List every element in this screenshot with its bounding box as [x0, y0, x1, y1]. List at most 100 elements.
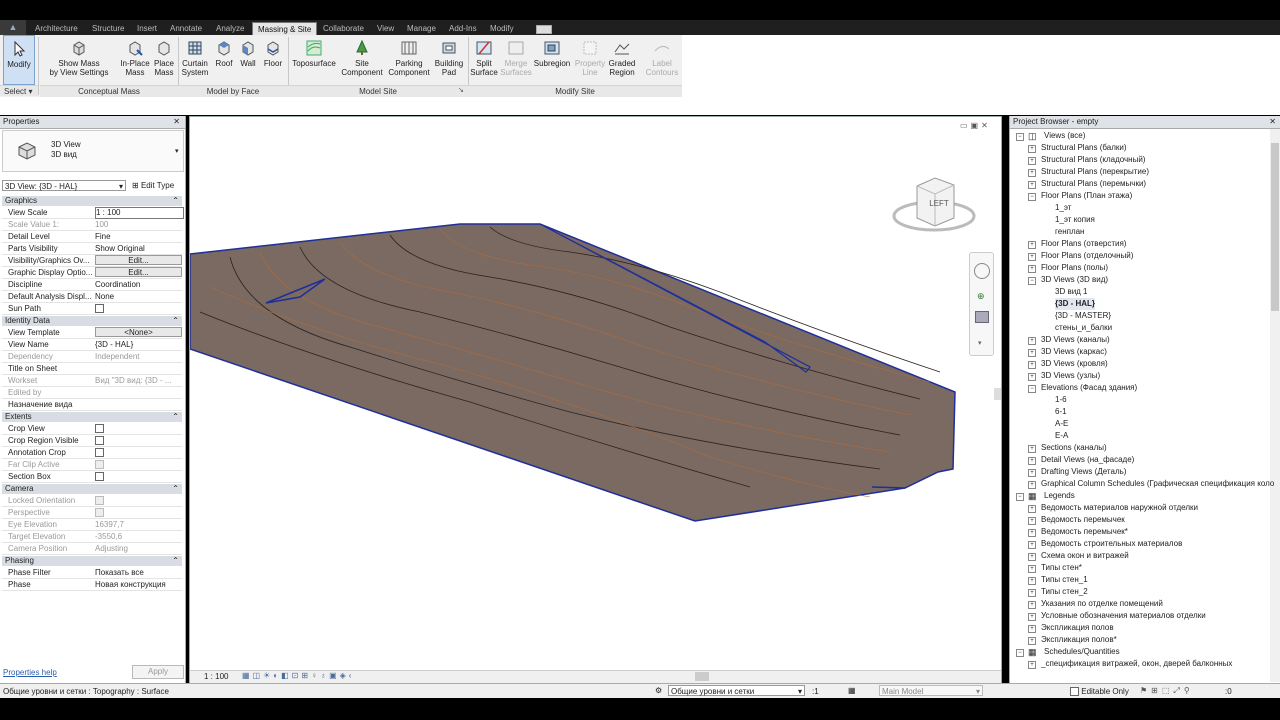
section-identity[interactable]: Identity Data ⌃	[2, 316, 182, 326]
expand-toggle-icon[interactable]: +	[1028, 625, 1036, 633]
prop-phase-filter[interactable]: Phase Filter Показать все	[2, 567, 182, 579]
prop-purpose[interactable]: Назначение вида	[2, 399, 182, 411]
browser-item[interactable]: 1_эт копия	[1055, 214, 1095, 226]
browser-group[interactable]: Structural Plans (перемычки)	[1041, 178, 1146, 190]
browser-group[interactable]: Floor Plans (отверстия)	[1041, 238, 1126, 250]
expand-toggle-icon[interactable]: +	[1028, 169, 1036, 177]
prop-discipline[interactable]: Discipline Coordination	[2, 279, 182, 291]
browser-group[interactable]: Условные обозначения материалов отделки	[1041, 610, 1206, 622]
expand-toggle-icon[interactable]: −	[1016, 133, 1024, 141]
curtain-system-button[interactable]: Curtain System	[180, 35, 210, 85]
expand-toggle-icon[interactable]: +	[1028, 361, 1036, 369]
show-mass-button[interactable]: Show Mass by View Settings	[48, 35, 110, 85]
browser-group[interactable]: Floor Plans (План этажа)	[1041, 190, 1132, 202]
label-contours-button[interactable]: Label Contours	[643, 35, 681, 85]
browser-group[interactable]: Structural Plans (кладочный)	[1041, 154, 1145, 166]
dialog-launcher-icon[interactable]: ↘	[458, 86, 464, 94]
3d-viewport[interactable]: ▭▣✕ LEFT ⊕ ▾ 1 : 100 ▦◫☀◐◧⊡⊞♀♁▣◈‹	[189, 116, 1002, 683]
view-scale-control[interactable]: 1 : 100	[204, 672, 228, 681]
section-box-checkbox[interactable]	[95, 471, 104, 481]
tab-architecture[interactable]: Architecture	[30, 22, 83, 35]
expand-toggle-icon[interactable]: +	[1028, 661, 1036, 669]
browser-group[interactable]: Экспликация полов	[1041, 622, 1114, 634]
tab-structure[interactable]: Structure	[87, 22, 129, 35]
expand-toggle-icon[interactable]: +	[1028, 457, 1036, 465]
browser-group[interactable]: Указания по отделке помещений	[1041, 598, 1163, 610]
browser-group[interactable]: _спецификация витражей, окон, дверей бал…	[1041, 658, 1232, 670]
expand-toggle-icon[interactable]: +	[1028, 577, 1036, 585]
place-mass-button[interactable]: Place Mass	[152, 35, 176, 85]
annotation-crop-checkbox[interactable]	[95, 447, 104, 457]
browser-group[interactable]: 3D Views (3D вид)	[1041, 274, 1108, 286]
graded-region-button[interactable]: Graded Region	[607, 35, 637, 85]
expand-toggle-icon[interactable]: +	[1028, 505, 1036, 513]
browser-item[interactable]: стены_и_балки	[1055, 322, 1112, 334]
tab-insert[interactable]: Insert	[132, 22, 162, 35]
expand-toggle-icon[interactable]: +	[1028, 613, 1036, 621]
browser-item[interactable]: {3D - MASTER}	[1055, 310, 1111, 322]
browser-group[interactable]: Ведомость строительных материалов	[1041, 538, 1182, 550]
tab-analyze[interactable]: Analyze	[211, 22, 249, 35]
parking-component-button[interactable]: Parking Component	[386, 35, 432, 85]
prop-view-name[interactable]: View Name {3D - HAL}	[2, 339, 182, 351]
expand-toggle-icon[interactable]: −	[1028, 385, 1036, 393]
browser-group[interactable]: Detail Views (на_фасаде)	[1041, 454, 1134, 466]
editing-requests-icon[interactable]: ▦	[848, 686, 856, 695]
tab-massing-site[interactable]: Massing & Site	[252, 22, 318, 36]
zoom-region-icon[interactable]	[975, 311, 989, 323]
view-scale-input[interactable]: 1 : 100	[95, 207, 184, 219]
design-option-dropdown[interactable]: Main Model ▾	[879, 685, 983, 696]
site-component-button[interactable]: Site Component	[339, 35, 385, 85]
horizontal-scroll-thumb[interactable]	[695, 672, 709, 681]
section-graphics[interactable]: Graphics ⌃	[2, 196, 182, 206]
expand-toggle-icon[interactable]: +	[1028, 565, 1036, 573]
browser-group[interactable]: Graphical Column Schedules (Графическая …	[1041, 478, 1274, 490]
browser-scroll-thumb[interactable]	[1271, 143, 1279, 311]
expand-toggle-icon[interactable]: +	[1028, 469, 1036, 477]
expand-toggle-icon[interactable]: +	[1028, 337, 1036, 345]
browser-item[interactable]: 6-1	[1055, 406, 1067, 418]
browser-group[interactable]: Ведомость перемычек*	[1041, 526, 1128, 538]
browser-item[interactable]: генплан	[1055, 226, 1084, 238]
selection-toggle-icons[interactable]: ⚑⊞⬚⤢⚲	[1140, 686, 1194, 696]
prop-phase[interactable]: Phase Новая конструкция	[2, 579, 182, 591]
browser-group[interactable]: 3D Views (каналы)	[1041, 334, 1110, 346]
crop-region-checkbox[interactable]	[95, 435, 104, 445]
expand-toggle-icon[interactable]: −	[1028, 193, 1036, 201]
terrain-surface[interactable]	[190, 223, 956, 522]
close-icon[interactable]: ✕	[1269, 116, 1276, 128]
editable-only-checkbox[interactable]	[1070, 686, 1079, 696]
prop-detail-level[interactable]: Detail Level Fine	[2, 231, 182, 243]
browser-item[interactable]: Е-А	[1055, 430, 1068, 442]
graphic-display-edit-button[interactable]: Edit...	[95, 267, 182, 277]
vg-edit-button[interactable]: Edit...	[95, 255, 182, 265]
browser-group[interactable]: Ведомость материалов наружной отделки	[1041, 502, 1198, 514]
topography-surface[interactable]	[190, 117, 1001, 682]
expand-toggle-icon[interactable]: +	[1028, 145, 1036, 153]
browser-item[interactable]: А-Е	[1055, 418, 1068, 430]
browser-category[interactable]: Schedules/Quantities	[1044, 646, 1120, 658]
tab-view[interactable]: View	[372, 22, 399, 35]
edit-type-button[interactable]: ⊞ Edit Type	[132, 180, 174, 191]
browser-group[interactable]: Ведомость перемычек	[1041, 514, 1125, 526]
browser-group[interactable]: Типы стен*	[1041, 562, 1082, 574]
browser-group[interactable]: Floor Plans (полы)	[1041, 262, 1108, 274]
active-workset-dropdown[interactable]: Общие уровни и сетки ▾	[668, 685, 805, 696]
filter-count[interactable]: :0	[1225, 687, 1232, 696]
expand-toggle-icon[interactable]: +	[1028, 445, 1036, 453]
expand-toggle-icon[interactable]: −	[1016, 649, 1024, 657]
browser-category[interactable]: Views (все)	[1044, 130, 1085, 142]
prop-view-scale[interactable]: View Scale 1 : 100	[2, 207, 184, 219]
apply-button[interactable]: Apply	[132, 665, 184, 679]
expand-toggle-icon[interactable]: +	[1028, 157, 1036, 165]
expand-toggle-icon[interactable]: +	[1028, 253, 1036, 261]
browser-group[interactable]: Типы стен_1	[1041, 574, 1088, 586]
building-pad-button[interactable]: Building Pad	[432, 35, 466, 85]
browser-group[interactable]: Elevations (Фасад здания)	[1041, 382, 1137, 394]
browser-group[interactable]: Drafting Views (Деталь)	[1041, 466, 1126, 478]
viewport-vertical-scrollbar[interactable]	[994, 388, 1001, 400]
browser-group[interactable]: Structural Plans (перекрытие)	[1041, 166, 1149, 178]
tab-modify[interactable]: Modify	[485, 22, 519, 35]
editable-only-toggle[interactable]: Editable Only	[1070, 686, 1129, 696]
browser-group[interactable]: Sections (каналы)	[1041, 442, 1107, 454]
